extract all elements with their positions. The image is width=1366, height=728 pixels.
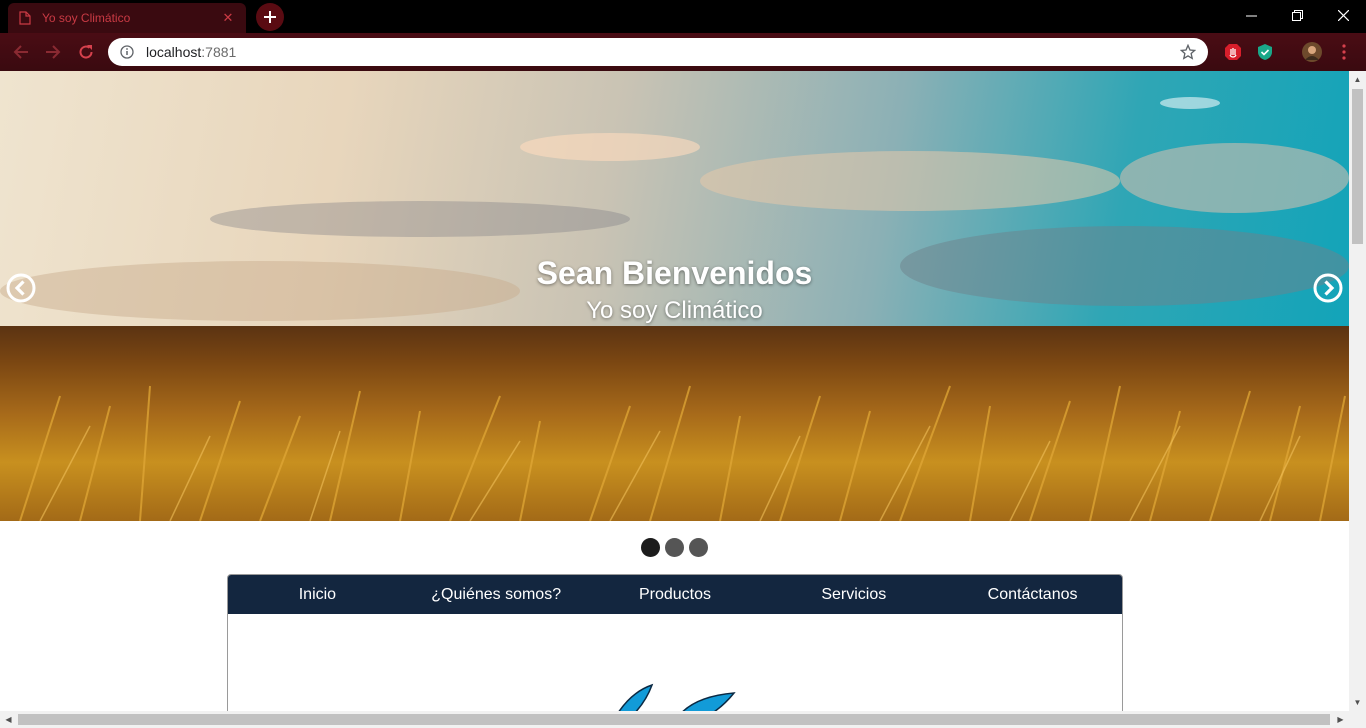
plus-icon [264,11,276,23]
carousel-indicators [0,538,1349,557]
cloud [700,151,1120,211]
arrow-right-icon [46,45,61,59]
main-content-card: Inicio ¿Quiénes somos? Productos Servici… [227,574,1123,711]
shield-check-extension-icon[interactable] [1255,42,1275,62]
reload-icon [79,45,93,59]
cloud [1120,143,1349,213]
carousel-dot-1[interactable] [641,538,660,557]
vertical-scrollbar[interactable]: ▲ ▼ [1349,71,1366,711]
scroll-left-arrow[interactable]: ◀ [0,711,17,728]
url-port: :7881 [201,44,237,60]
cloud [1160,97,1220,109]
restore-icon [1291,9,1303,21]
minimize-button[interactable] [1228,0,1274,30]
browser-titlebar: Yo soy Climático ✕ [0,0,1366,33]
url-host: localhost [146,44,202,60]
browser-tab[interactable]: Yo soy Climático ✕ [8,3,246,33]
info-icon[interactable] [120,45,134,59]
profile-avatar[interactable] [1302,42,1322,62]
carousel-subtitle: Yo soy Climático [586,297,763,324]
cloud [520,133,700,161]
nav-servicios[interactable]: Servicios [764,586,943,604]
leaf-logo-icon [618,683,736,711]
address-bar[interactable]: localhost:7881 [108,38,1208,66]
reload-button[interactable] [73,39,99,65]
scroll-right-arrow[interactable]: ▶ [1332,711,1349,728]
chevron-right-circle-icon [1313,273,1343,303]
star-icon[interactable] [1180,44,1196,60]
main-nav: Inicio ¿Quiénes somos? Productos Servici… [228,575,1122,614]
window-close-button[interactable] [1320,0,1366,30]
page-icon [18,11,32,25]
chevron-left-circle-icon [6,273,36,303]
nav-inicio[interactable]: Inicio [228,586,407,604]
back-button[interactable] [8,39,34,65]
carousel-dot-2[interactable] [665,538,684,557]
carousel-prev-button[interactable] [6,273,36,303]
carousel-title: Sean Bienvenidos [536,255,813,291]
nav-productos[interactable]: Productos [586,586,765,604]
restore-button[interactable] [1274,0,1320,30]
scroll-down-arrow[interactable]: ▼ [1349,694,1366,711]
browser-toolbar: localhost:7881 [0,33,1366,71]
arrow-left-icon [13,45,28,59]
hand-stop-extension-icon[interactable] [1223,42,1243,62]
page-viewport: Sean Bienvenidos Yo soy Climático Inicio… [0,71,1349,711]
cloud [210,201,630,237]
vertical-scroll-thumb[interactable] [1352,89,1363,244]
tab-title: Yo soy Climático [42,11,131,25]
new-tab-button[interactable] [256,3,284,31]
close-icon [1337,9,1349,21]
minimize-icon [1245,15,1257,16]
horizontal-scrollbar[interactable]: ◀ ▶ [0,711,1366,728]
nav-quienes-somos[interactable]: ¿Quiénes somos? [407,586,586,604]
nav-contactanos[interactable]: Contáctanos [943,586,1122,604]
carousel-next-button[interactable] [1313,273,1343,303]
hero-carousel: Sean Bienvenidos Yo soy Climático [0,71,1349,521]
scroll-up-arrow[interactable]: ▲ [1349,71,1366,88]
horizontal-scroll-thumb[interactable] [18,714,1330,725]
menu-kebab-icon[interactable] [1334,42,1354,62]
close-icon[interactable]: ✕ [220,10,236,26]
forward-button[interactable] [40,39,66,65]
wheat-field [0,326,1349,521]
carousel-dot-3[interactable] [689,538,708,557]
